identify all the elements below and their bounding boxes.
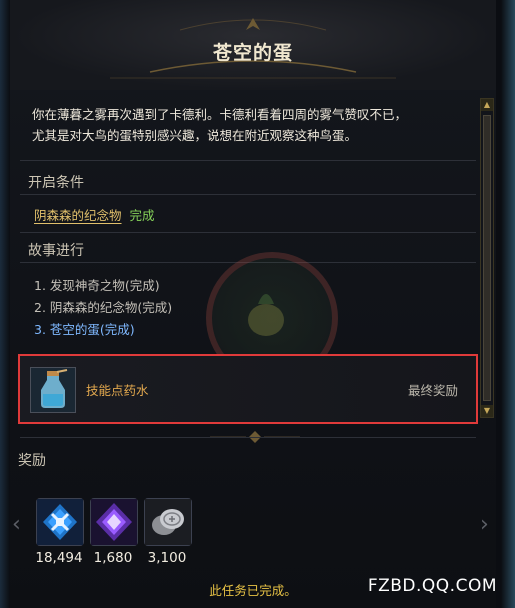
story-step-list: 1. 发现神奇之物(完成) 2. 阴森森的纪念物(完成) 3. 苍空的蛋(完成) bbox=[34, 275, 172, 341]
purple-gem-icon[interactable] bbox=[90, 498, 138, 546]
open-condition-heading: 开启条件 bbox=[28, 175, 84, 191]
rewards-heading: 奖励 bbox=[18, 453, 46, 469]
divider bbox=[20, 232, 476, 233]
divider bbox=[20, 194, 476, 195]
site-watermark: FZBD.QQ.COM bbox=[367, 576, 497, 596]
condition-link[interactable]: 阴森森的纪念物 bbox=[34, 208, 122, 223]
quest-dialog: 苍空的蛋 你在薄暮之雾再次遇到了卡德利。卡德利看着四周的雾气赞叹不已， 尤其是对… bbox=[10, 0, 496, 608]
rewards-prev-arrow[interactable]: ‹ bbox=[12, 512, 21, 537]
reward-count: 18,494 bbox=[35, 550, 83, 566]
watermark-mascot-icon bbox=[248, 294, 284, 336]
scroll-thumb[interactable] bbox=[483, 115, 491, 401]
blue-hammer-gem-icon[interactable] bbox=[36, 498, 84, 546]
background-edge-right bbox=[501, 0, 515, 608]
quest-title: 苍空的蛋 bbox=[212, 42, 293, 64]
story-progress-heading: 故事进行 bbox=[28, 243, 84, 259]
silver-coins-icon[interactable] bbox=[144, 498, 192, 546]
final-reward-tag: 最终奖励 bbox=[407, 383, 458, 398]
divider bbox=[20, 160, 476, 161]
scroll-down-button[interactable]: ▼ bbox=[481, 405, 493, 417]
divider bbox=[20, 437, 476, 438]
final-reward-name: 技能点药水 bbox=[86, 383, 149, 398]
condition-status: 完成 bbox=[129, 208, 155, 223]
story-step: 1. 发现神奇之物(完成) bbox=[34, 278, 160, 293]
scrollbar[interactable]: ▲ ▼ bbox=[480, 98, 494, 418]
dialog-header: 苍空的蛋 bbox=[10, 0, 496, 90]
story-step: 2. 阴森森的纪念物(完成) bbox=[34, 300, 173, 315]
reward-count: 3,100 bbox=[147, 550, 187, 566]
potion-icon[interactable] bbox=[30, 367, 76, 413]
story-step-current: 3. 苍空的蛋(完成) bbox=[34, 322, 135, 337]
rewards-next-arrow[interactable]: › bbox=[480, 512, 489, 537]
description-line: 你在薄暮之雾再次遇到了卡德利。卡德利看着四周的雾气赞叹不已， bbox=[32, 107, 408, 122]
quest-description: 你在薄暮之雾再次遇到了卡德利。卡德利看着四周的雾气赞叹不已， 尤其是对大鸟的蛋特… bbox=[32, 104, 480, 146]
scroll-up-button[interactable]: ▲ bbox=[481, 99, 493, 111]
background-edge-left bbox=[0, 0, 10, 608]
final-reward-row[interactable]: 技能点药水 最终奖励 bbox=[18, 354, 478, 424]
reward-count: 1,680 bbox=[93, 550, 133, 566]
open-condition-row: 阴森森的纪念物 完成 bbox=[34, 205, 155, 224]
description-line: 尤其是对大鸟的蛋特别感兴趣，说想在附近观察这种鸟蛋。 bbox=[32, 128, 358, 143]
